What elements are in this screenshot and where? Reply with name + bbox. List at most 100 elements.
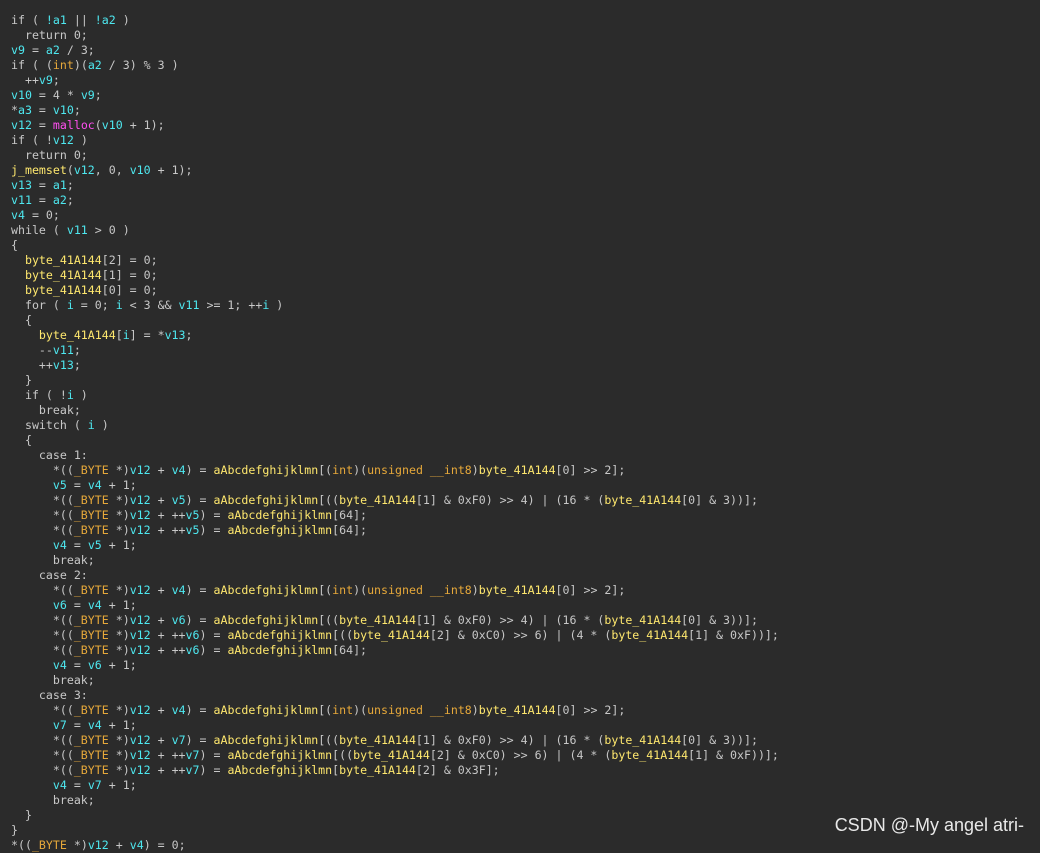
variable-token[interactable]: v5: [186, 523, 200, 537]
variable-token[interactable]: v7: [53, 718, 67, 732]
variable-token[interactable]: v12: [130, 583, 151, 597]
variable-token[interactable]: i: [67, 298, 74, 312]
code-line[interactable]: *((_BYTE *)v12 + v4) = 0;: [11, 838, 779, 853]
variable-token[interactable]: a2: [46, 43, 60, 57]
variable-token[interactable]: v6: [186, 643, 200, 657]
variable-token[interactable]: !a1: [46, 13, 67, 27]
global-symbol-token[interactable]: byte_41A144: [604, 613, 681, 627]
code-line[interactable]: v4 = v7 + 1;: [11, 778, 779, 793]
variable-token[interactable]: v12: [11, 118, 32, 132]
global-symbol-token[interactable]: byte_41A144: [604, 733, 681, 747]
variable-token[interactable]: v10: [130, 163, 151, 177]
variable-token[interactable]: i: [116, 298, 123, 312]
global-symbol-token[interactable]: byte_41A144: [339, 493, 416, 507]
code-line[interactable]: *((_BYTE *)v12 + v4) = aAbcdefghijklmn[(…: [11, 583, 779, 598]
type-keyword-token[interactable]: int: [332, 463, 353, 477]
variable-token[interactable]: !a2: [95, 13, 116, 27]
code-line[interactable]: {: [11, 238, 779, 253]
variable-token[interactable]: v5: [186, 508, 200, 522]
global-symbol-token[interactable]: byte_41A144: [39, 328, 116, 342]
variable-token[interactable]: v6: [172, 613, 186, 627]
code-line[interactable]: *((_BYTE *)v12 + v4) = aAbcdefghijklmn[(…: [11, 703, 779, 718]
type-keyword-token[interactable]: _BYTE: [74, 493, 109, 507]
global-symbol-token[interactable]: byte_41A144: [479, 463, 556, 477]
type-keyword-token[interactable]: _BYTE: [32, 838, 67, 852]
code-line[interactable]: *((_BYTE *)v12 + ++v5) = aAbcdefghijklmn…: [11, 508, 779, 523]
variable-token[interactable]: v4: [88, 598, 102, 612]
type-keyword-token[interactable]: int: [332, 583, 353, 597]
code-line[interactable]: *((_BYTE *)v12 + ++v5) = aAbcdefghijklmn…: [11, 523, 779, 538]
variable-token[interactable]: v12: [130, 763, 151, 777]
global-symbol-token[interactable]: byte_41A144: [339, 733, 416, 747]
type-keyword-token[interactable]: _BYTE: [74, 643, 109, 657]
global-symbol-token[interactable]: aAbcdefghijklmn: [227, 508, 332, 522]
code-line[interactable]: v11 = a2;: [11, 193, 779, 208]
variable-token[interactable]: v9: [39, 73, 53, 87]
code-line[interactable]: v6 = v4 + 1;: [11, 598, 779, 613]
variable-token[interactable]: v12: [130, 463, 151, 477]
variable-token[interactable]: v11: [179, 298, 200, 312]
variable-token[interactable]: v4: [53, 658, 67, 672]
code-line[interactable]: break;: [11, 403, 779, 418]
variable-token[interactable]: v6: [186, 628, 200, 642]
code-line[interactable]: if ( !a1 || !a2 ): [11, 13, 779, 28]
code-line[interactable]: while ( v11 > 0 ): [11, 223, 779, 238]
code-line[interactable]: return 0;: [11, 28, 779, 43]
global-symbol-token[interactable]: byte_41A144: [479, 583, 556, 597]
variable-token[interactable]: v12: [88, 838, 109, 852]
code-line[interactable]: v10 = 4 * v9;: [11, 88, 779, 103]
global-symbol-token[interactable]: aAbcdefghijklmn: [213, 463, 318, 477]
variable-token[interactable]: v4: [88, 478, 102, 492]
variable-token[interactable]: v11: [11, 193, 32, 207]
variable-token[interactable]: v12: [130, 493, 151, 507]
code-line[interactable]: {: [11, 313, 779, 328]
global-symbol-token[interactable]: aAbcdefghijklmn: [227, 523, 332, 537]
global-symbol-token[interactable]: aAbcdefghijklmn: [227, 748, 332, 762]
code-line[interactable]: ++v9;: [11, 73, 779, 88]
global-symbol-token[interactable]: aAbcdefghijklmn: [227, 643, 332, 657]
type-keyword-token[interactable]: unsigned __int8: [367, 703, 472, 717]
code-line[interactable]: *((_BYTE *)v12 + v6) = aAbcdefghijklmn[(…: [11, 613, 779, 628]
global-symbol-token[interactable]: byte_41A144: [339, 763, 416, 777]
global-symbol-token[interactable]: byte_41A144: [611, 748, 688, 762]
code-line[interactable]: {: [11, 433, 779, 448]
variable-token[interactable]: v13: [53, 358, 74, 372]
global-symbol-token[interactable]: byte_41A144: [353, 748, 430, 762]
global-symbol-token[interactable]: aAbcdefghijklmn: [227, 763, 332, 777]
variable-token[interactable]: v4: [130, 838, 144, 852]
global-symbol-token[interactable]: byte_41A144: [604, 493, 681, 507]
global-symbol-token[interactable]: byte_41A144: [25, 283, 102, 297]
code-line[interactable]: break;: [11, 553, 779, 568]
function-call-token[interactable]: malloc: [53, 118, 95, 132]
type-keyword-token[interactable]: int: [332, 703, 353, 717]
variable-token[interactable]: v12: [130, 523, 151, 537]
code-line[interactable]: }: [11, 808, 779, 823]
global-symbol-token[interactable]: byte_41A144: [25, 253, 102, 267]
code-line[interactable]: *((_BYTE *)v12 + ++v6) = aAbcdefghijklmn…: [11, 643, 779, 658]
variable-token[interactable]: v10: [11, 88, 32, 102]
variable-token[interactable]: v4: [88, 718, 102, 732]
variable-token[interactable]: v12: [130, 733, 151, 747]
variable-token[interactable]: v5: [172, 493, 186, 507]
variable-token[interactable]: v5: [88, 538, 102, 552]
code-line[interactable]: case 1:: [11, 448, 779, 463]
code-line[interactable]: *((_BYTE *)v12 + ++v7) = aAbcdefghijklmn…: [11, 763, 779, 778]
variable-token[interactable]: v4: [11, 208, 25, 222]
pseudocode-view[interactable]: if ( !a1 || !a2 ) return 0; v9 = a2 / 3; i…: [11, 13, 779, 853]
type-keyword-token[interactable]: _BYTE: [74, 508, 109, 522]
code-line[interactable]: case 2:: [11, 568, 779, 583]
global-symbol-token[interactable]: aAbcdefghijklmn: [213, 613, 318, 627]
variable-token[interactable]: v4: [172, 703, 186, 717]
code-line[interactable]: byte_41A144[1] = 0;: [11, 268, 779, 283]
type-keyword-token[interactable]: _BYTE: [74, 583, 109, 597]
type-keyword-token[interactable]: _BYTE: [74, 628, 109, 642]
variable-token[interactable]: v4: [53, 538, 67, 552]
code-line[interactable]: v5 = v4 + 1;: [11, 478, 779, 493]
code-line[interactable]: byte_41A144[2] = 0;: [11, 253, 779, 268]
global-symbol-token[interactable]: byte_41A144: [479, 703, 556, 717]
variable-token[interactable]: v4: [172, 463, 186, 477]
variable-token[interactable]: v13: [11, 178, 32, 192]
code-line[interactable]: v12 = malloc(v10 + 1);: [11, 118, 779, 133]
code-line[interactable]: for ( i = 0; i < 3 && v11 >= 1; ++i ): [11, 298, 779, 313]
code-line[interactable]: v7 = v4 + 1;: [11, 718, 779, 733]
